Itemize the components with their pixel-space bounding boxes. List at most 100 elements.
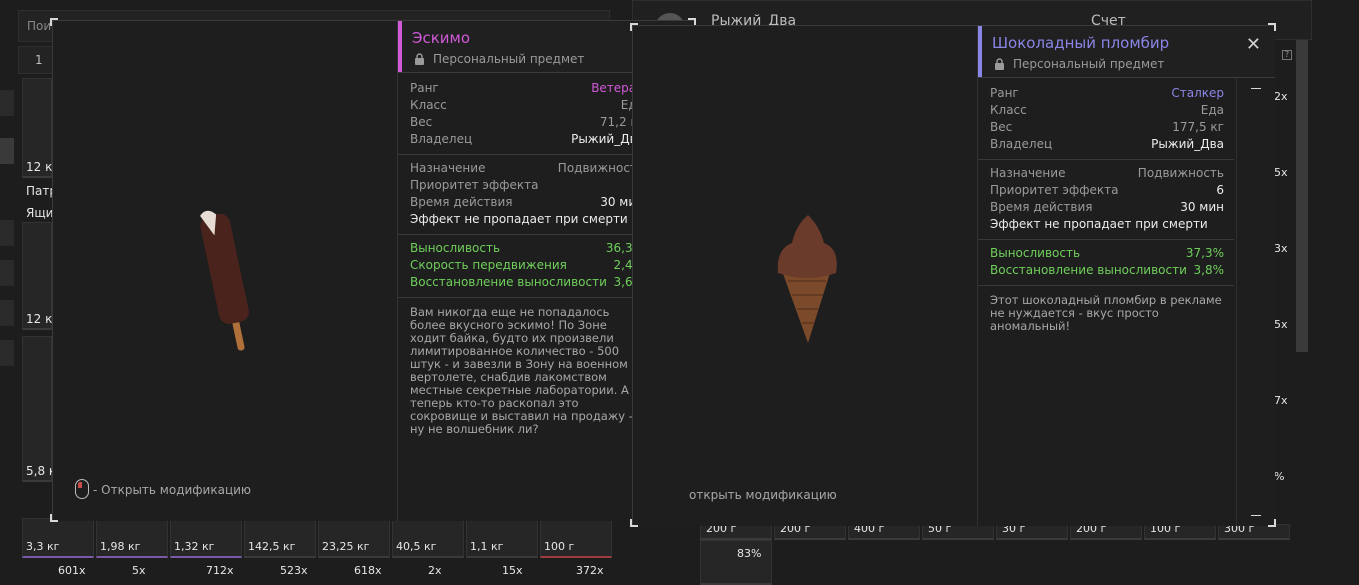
sidebar-button[interactable]: [0, 340, 14, 366]
stats-row: Ранг Ветеран: [410, 81, 644, 98]
item-tooltip-eskimo: - Открыть модификацию Эскимо Персональны…: [50, 18, 696, 522]
inventory-slot[interactable]: 83%: [700, 540, 772, 585]
item-count: 15x: [502, 564, 523, 577]
item-label: Ящи: [26, 206, 54, 220]
item-weight: 23,25 кг: [322, 540, 370, 553]
item-info-panel: Шоколадный пломбир Персональный предмет …: [977, 26, 1275, 526]
open-modification-hint[interactable]: - Открыть модификацию: [93, 483, 251, 497]
effects-value: 30 мин: [1180, 200, 1224, 214]
lock-icon: [995, 58, 1004, 70]
bonuses-label: Восстановление выносливости: [410, 275, 607, 289]
left-search-input[interactable]: Пои: [27, 19, 51, 33]
stats-value: Сталкер: [1171, 86, 1224, 100]
bonuses-row: Восстановление выносливости 3,6%: [410, 275, 644, 292]
effects-row: Приоритет эффекта8: [410, 178, 644, 195]
sidebar-button[interactable]: [0, 300, 14, 326]
effects-row: Назначение Подвижность: [410, 161, 644, 178]
effects-row: Время действия 30 мин: [410, 195, 644, 212]
effects-label: Назначение: [410, 161, 486, 175]
effects-label: Приоритет эффекта: [990, 183, 1119, 197]
tooltip-scrollbar[interactable]: [1236, 78, 1274, 526]
stats-value: Еда: [1200, 103, 1224, 117]
bonuses-value: 37,3%: [1185, 246, 1224, 260]
durability-percent: 83%: [737, 547, 762, 560]
stats-label: Класс: [410, 98, 447, 112]
effects-label: Время действия: [990, 200, 1093, 214]
stats-label: Ранг: [410, 81, 439, 95]
item-count: 5x: [132, 564, 146, 577]
item-count: 2x: [1274, 90, 1288, 103]
stats-value: Рыжий_Два: [1151, 137, 1224, 151]
item-count: %: [1274, 470, 1285, 483]
item-weight: 1,98 кг: [100, 540, 141, 553]
rank-accent-bar: [398, 21, 402, 72]
item-header: Шоколадный пломбир Персональный предмет …: [978, 26, 1275, 78]
stats-label: Владелец: [410, 132, 473, 146]
item-title: Эскимо: [412, 29, 471, 47]
item-subtitle: Персональный предмет: [1013, 57, 1165, 71]
item-weight: 1,1 кг: [470, 540, 504, 553]
item-count: 372x: [576, 564, 604, 577]
effects-row: Эффект не пропадает при смерти: [990, 217, 1224, 234]
effects-label: Назначение: [990, 166, 1066, 180]
bonuses-label: Восстановление выносливости: [990, 263, 1187, 277]
bonuses-label: Скорость передвижения: [410, 258, 567, 272]
item-weight: 3,3 кг: [26, 540, 60, 553]
open-modification-hint[interactable]: открыть модификацию: [689, 488, 837, 502]
sidebar-button[interactable]: [0, 220, 14, 246]
item-description: Этот шоколадный пломбир в рекламе не нуж…: [990, 293, 1222, 333]
item-count: 523x: [280, 564, 308, 577]
help-icon[interactable]: ?: [1282, 50, 1292, 60]
item-count: 2x: [428, 564, 442, 577]
bonuses-row: Восстановление выносливости 3,8%: [990, 263, 1224, 280]
effects-label: Время действия: [410, 195, 513, 209]
stats-row: Вес 177,5 кг: [990, 120, 1224, 137]
item-subtitle: Персональный предмет: [433, 52, 585, 66]
mouse-icon: [75, 479, 89, 499]
effects-label: Эффект не пропадает при смерти: [990, 217, 1208, 231]
sidebar-button[interactable]: [0, 260, 14, 286]
stats-label: Владелец: [990, 137, 1053, 151]
effects-value: 6: [1216, 183, 1224, 197]
item-weight: 40,5 кг: [396, 540, 437, 553]
item-weight: 12 к: [26, 312, 53, 326]
item-preview: открыть модификацию: [633, 26, 977, 526]
sidebar-button[interactable]: [0, 138, 14, 164]
item-count: 5x: [1274, 166, 1288, 179]
bonuses-label: Выносливость: [410, 241, 501, 255]
item-details: РангВетеранКлассЕдаВес71,2 кгВладелецРыж…: [398, 73, 654, 521]
left-page-number: 1: [35, 53, 43, 67]
right-scrollbar[interactable]: [1296, 40, 1308, 352]
effects-label: Приоритет эффекта: [410, 178, 539, 192]
stats-label: Вес: [990, 120, 1013, 134]
stats-row: Класс Еда: [990, 103, 1224, 120]
eskimo-icecream-icon: [200, 210, 249, 351]
inventory-slot[interactable]: [22, 336, 52, 482]
bonuses-label: Выносливость: [990, 246, 1081, 260]
stats-label: Класс: [990, 103, 1027, 117]
sidebar-button[interactable]: [0, 90, 14, 116]
effects-row: Время действия 30 мин: [990, 200, 1224, 217]
effects-label: Эффект не пропадает при смерти: [410, 212, 628, 226]
stats-row: КлассЕда: [410, 98, 644, 115]
close-icon[interactable]: ✕: [1246, 36, 1261, 54]
stats-row: Владелец Рыжий_Два: [410, 132, 644, 149]
item-count: 5x: [1274, 318, 1288, 331]
item-weight: 100 г: [544, 540, 575, 553]
bonuses-row: Выносливость 36,3%: [410, 241, 644, 258]
stats-row: Вес 71,2 кг: [410, 115, 644, 132]
rank-accent-bar: [978, 26, 982, 77]
item-count: 7x: [1274, 394, 1288, 407]
item-weight: 1,32 кг: [174, 540, 215, 553]
item-title: Шоколадный пломбир: [992, 34, 1170, 52]
stats-label: Ранг: [990, 86, 1019, 100]
stats-row: Владелец Рыжий_Два: [990, 137, 1224, 154]
item-count: 601x: [58, 564, 86, 577]
effects-value: Подвижность: [1137, 166, 1224, 180]
item-weight: 12 к: [26, 160, 53, 174]
bonuses-row: Скорость передвижения 2,4%: [410, 258, 644, 275]
item-weight: 142,5 кг: [248, 540, 296, 553]
effects-row: Эффект не пропадает при смерти: [410, 212, 644, 229]
stats-value: 177,5 кг: [1172, 120, 1224, 134]
item-details: Ранг Сталкер Класс Еда Вес 177,5 кг Владелец Ры…: [978, 78, 1234, 526]
